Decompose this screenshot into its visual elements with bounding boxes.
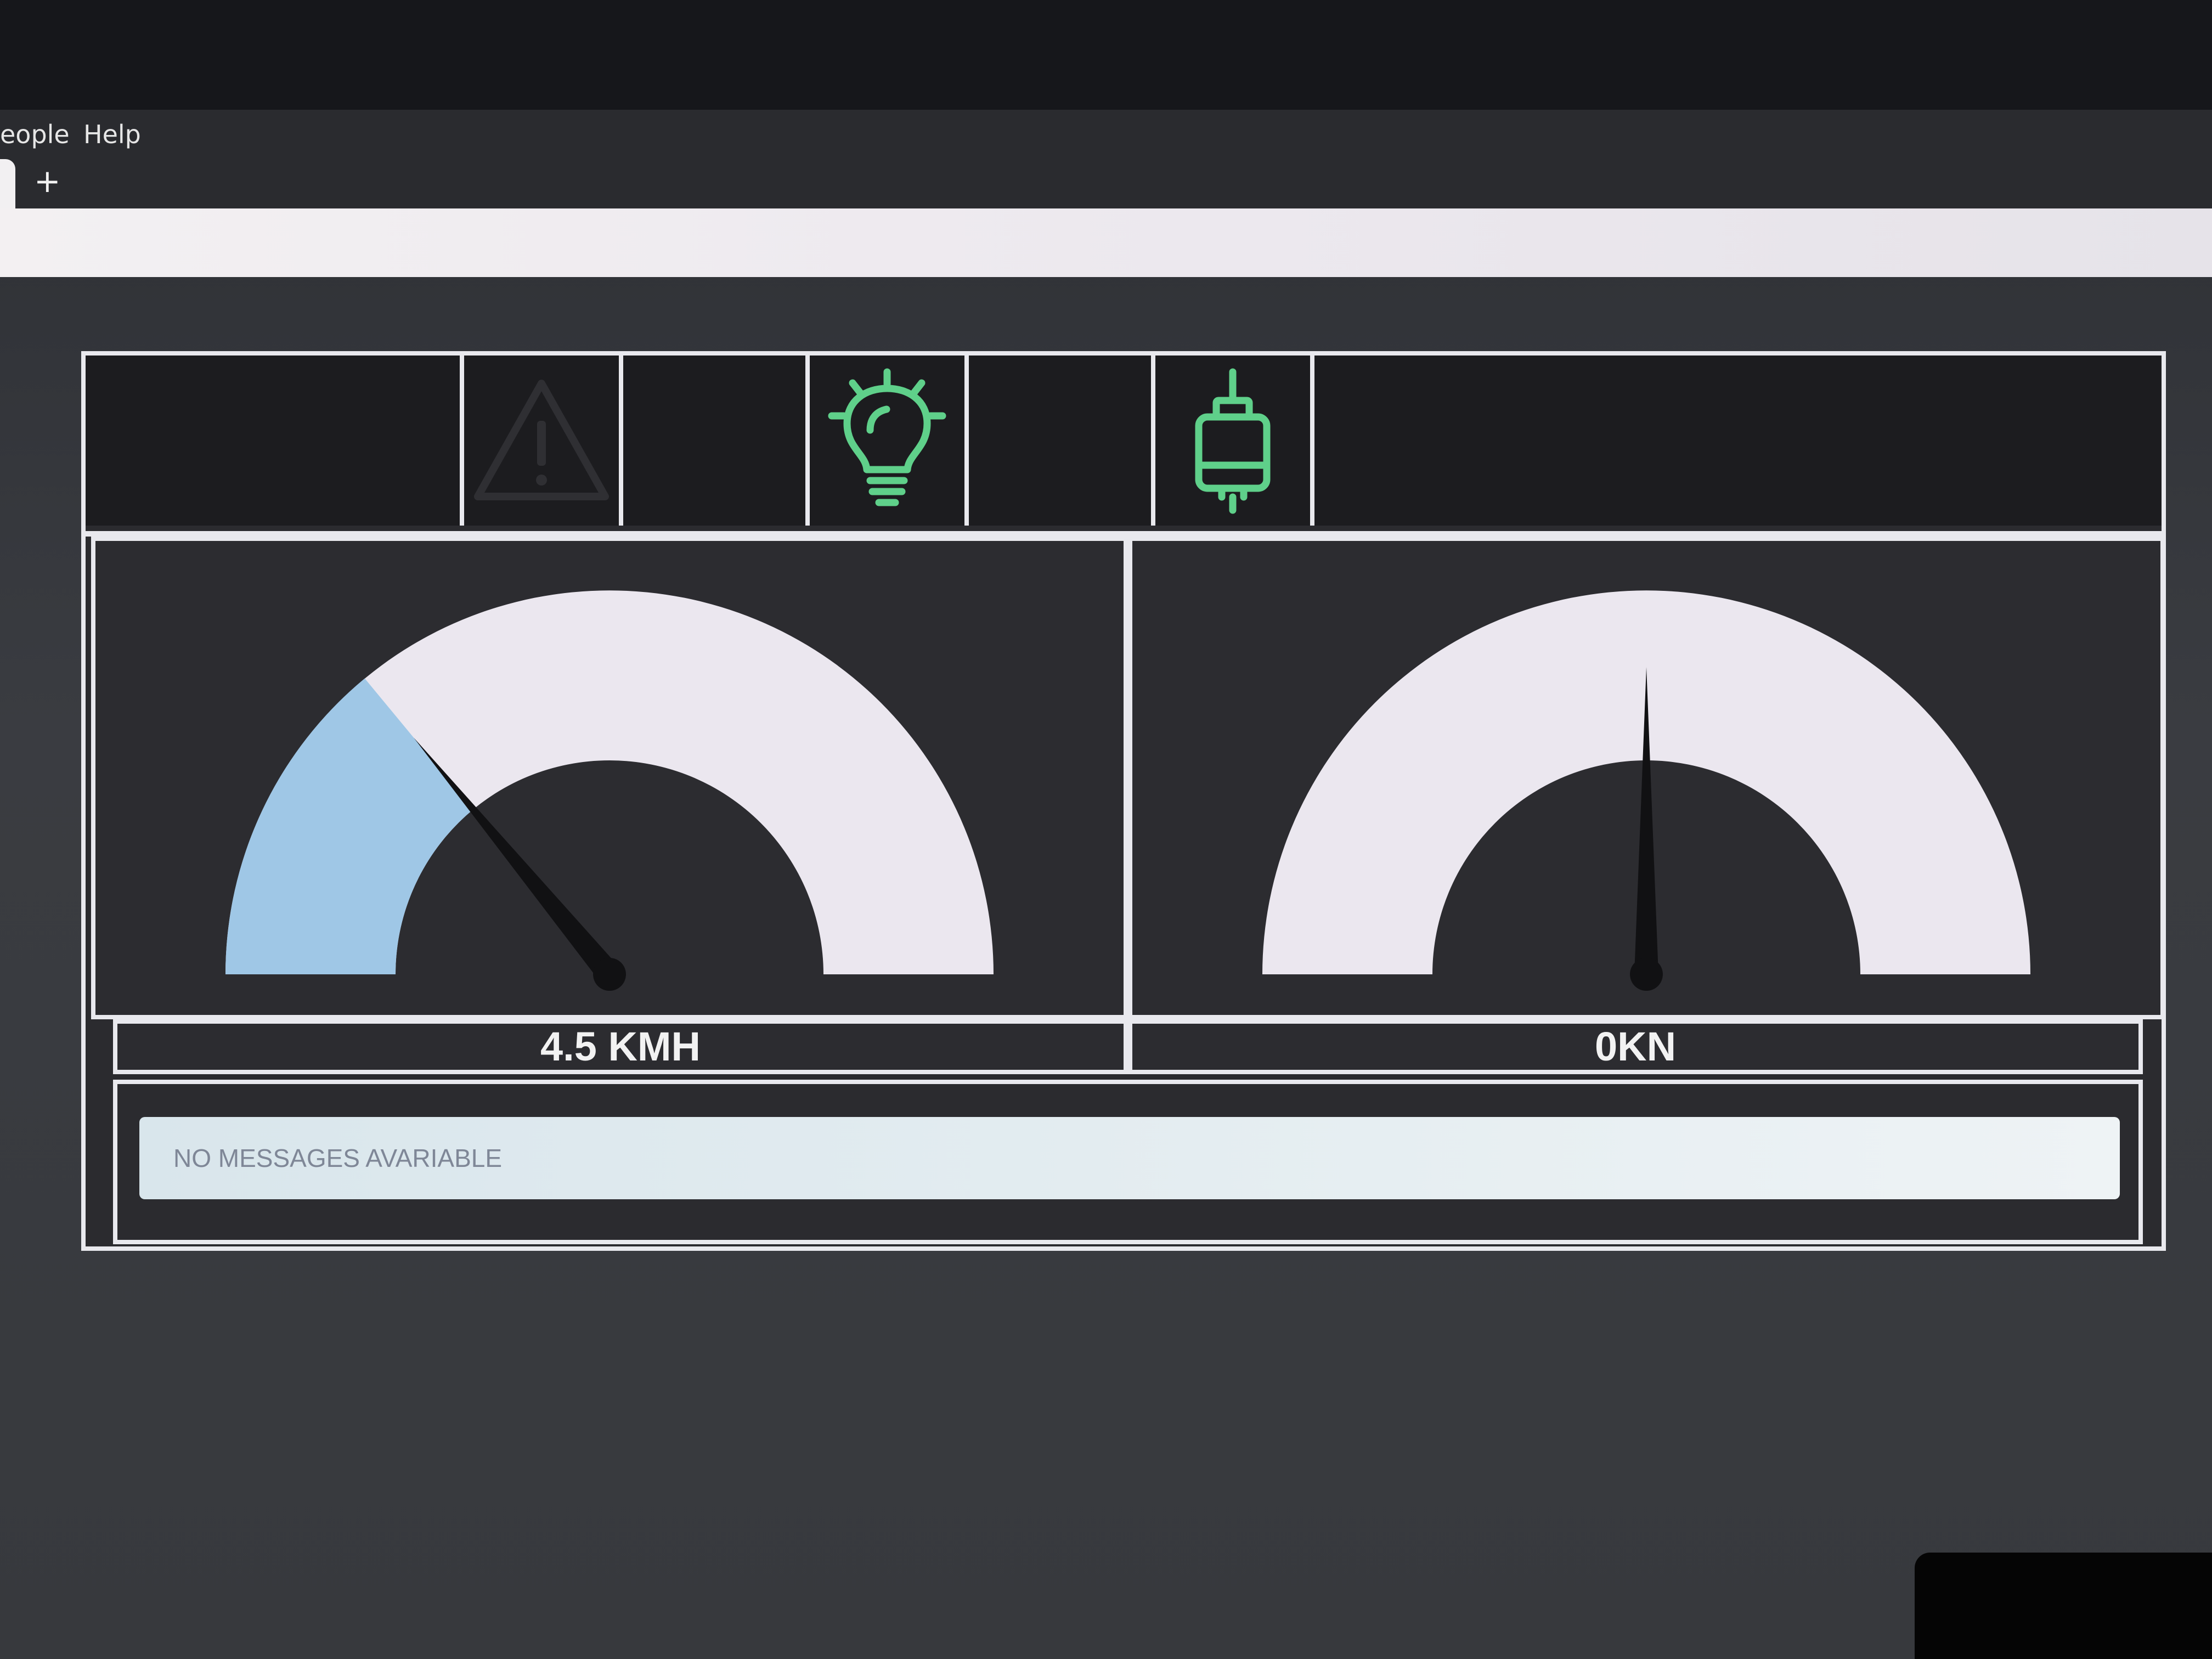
browser-toolbar xyxy=(0,208,2212,277)
menu-item-people[interactable]: eople xyxy=(0,120,70,149)
active-tab[interactable] xyxy=(0,159,15,208)
speed-readout: 4.5 KMH xyxy=(113,1019,1128,1074)
plug-icon xyxy=(1195,368,1271,514)
indicator-cell-empty xyxy=(86,356,464,526)
speed-gauge-panel xyxy=(91,537,1128,1019)
indicator-cell-power xyxy=(1155,356,1314,526)
menu-item-help[interactable]: Help xyxy=(83,120,141,149)
indicator-cell-empty xyxy=(1314,356,2162,526)
warning-icon xyxy=(474,380,609,500)
speed-gauge xyxy=(225,590,994,991)
menu-bar: eople Help xyxy=(0,110,2212,159)
indicator-cell-warning xyxy=(464,356,623,526)
speed-gauge-hub xyxy=(593,958,626,991)
lightbulb-icon xyxy=(828,368,946,506)
indicator-cell-light xyxy=(810,356,969,526)
message-text: NO MESSAGES AVARIABLE xyxy=(139,1117,2120,1199)
tab-bar: + xyxy=(0,159,2212,208)
force-gauge xyxy=(1262,590,2030,991)
messages-panel: NO MESSAGES AVARIABLE xyxy=(113,1080,2143,1244)
force-readout: 0KN xyxy=(1128,1019,2143,1074)
indicator-cell-empty xyxy=(623,356,810,526)
indicator-row xyxy=(86,356,2162,537)
bezel-corner xyxy=(1915,1553,2212,1659)
dashboard: 4.5 KMH 0KN NO MESSAGES AVARIABLE xyxy=(81,351,2166,1251)
new-tab-button[interactable]: + xyxy=(34,162,61,200)
indicator-cell-empty xyxy=(969,356,1155,526)
force-gauge-hub xyxy=(1630,958,1663,991)
force-gauge-panel xyxy=(1128,537,2165,1019)
